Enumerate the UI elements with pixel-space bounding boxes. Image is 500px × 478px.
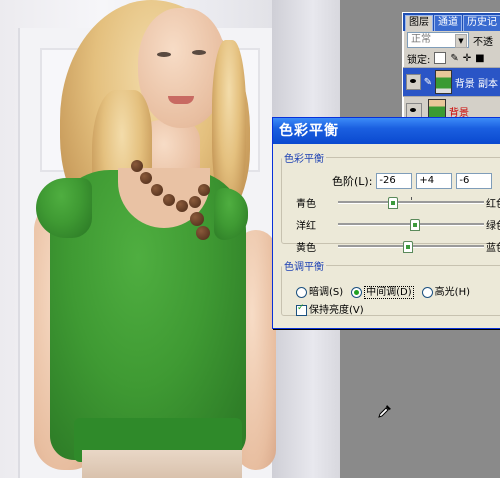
slider-right-label: 绿色 <box>486 220 500 232</box>
slider-track[interactable] <box>338 219 484 231</box>
blend-row: 正常 ▼ 不透 <box>403 31 500 49</box>
layer-row-background-copy[interactable]: ✎ 背景 副本 <box>403 67 500 96</box>
color-balance-group-label: 色彩平衡 <box>284 154 324 165</box>
tab-channels[interactable]: 通道 <box>434 15 462 31</box>
tab-layers[interactable]: 图层 <box>405 15 433 31</box>
color-balance-dialog: 色彩平衡 色彩平衡 色阶(L): -26 +4 -6 青色 红色 洋红 绿色 <box>272 117 500 329</box>
necklace-bead <box>131 160 143 172</box>
left-eye <box>157 52 171 57</box>
slider-thumb-cyan-red[interactable] <box>388 197 399 209</box>
tone-balance-group-label: 色调平衡 <box>284 262 324 273</box>
tone-balance-group: 色调平衡 暗调(S) 中间调(D) 高光(H) 保持亮度(V) <box>281 258 500 316</box>
slider-track[interactable] <box>338 197 484 209</box>
eye-icon[interactable] <box>406 74 421 90</box>
shirt-sleeve-left <box>36 178 92 238</box>
layers-panel-tabs: 图层 通道 历史记 <box>403 13 500 31</box>
brush-icon[interactable]: ✎ <box>450 53 458 64</box>
radio-shadows[interactable]: 暗调(S) <box>296 283 343 298</box>
necklace-bead <box>163 194 175 206</box>
necklace-bead <box>196 226 210 240</box>
layers-panel: 图层 通道 历史记 正常 ▼ 不透 锁定: ✎ ✛ ■ ✎ 背景 副本 背景 <box>402 12 500 130</box>
necklace-bead <box>190 212 204 226</box>
radio-highlights[interactable]: 高光(H) <box>421 283 470 298</box>
color-balance-group: 色彩平衡 色阶(L): -26 +4 -6 青色 红色 洋红 绿色 黄色 <box>281 150 500 254</box>
radio-label: 高光(H) <box>434 287 470 298</box>
tab-history[interactable]: 历史记 <box>463 15 500 31</box>
blend-mode-select[interactable]: 正常 ▼ <box>407 32 469 48</box>
skirt <box>82 450 242 478</box>
levels-label: 色阶(L): <box>332 175 373 188</box>
brush-icon: ✎ <box>423 76 433 88</box>
right-eye <box>192 50 206 55</box>
slider-left-label: 青色 <box>296 198 316 210</box>
tone-radio-row: 暗调(S) 中间调(D) 高光(H) <box>296 283 470 299</box>
slider-right-label: 红色 <box>486 198 500 210</box>
slider-right-label: 蓝色 <box>486 242 500 254</box>
levels-row: 色阶(L): -26 +4 -6 <box>332 173 493 189</box>
slider-row-magenta-green: 洋红 绿色 <box>296 217 500 232</box>
eyedropper-cursor-icon <box>378 405 391 418</box>
radio-label: 暗调(S) <box>309 287 344 298</box>
necklace-bead <box>176 200 188 212</box>
slider-left-label: 黄色 <box>296 242 316 254</box>
slider-thumb-yellow-blue[interactable] <box>402 241 413 253</box>
lock-transparency-icon[interactable] <box>434 52 447 64</box>
layer-thumbnail <box>435 70 452 94</box>
chevron-down-icon: ▼ <box>455 34 467 48</box>
mouth <box>168 96 194 104</box>
necklace-bead <box>151 184 163 196</box>
slider-track[interactable] <box>338 241 484 253</box>
level-yellow-blue-input[interactable]: -6 <box>456 173 493 189</box>
layer-name: 背景 副本 <box>454 78 498 90</box>
lock-row: 锁定: ✎ ✛ ■ <box>403 49 500 67</box>
radio-button[interactable] <box>421 286 433 298</box>
slider-left-label: 洋红 <box>296 220 316 232</box>
checkbox[interactable] <box>296 303 307 316</box>
blend-mode-value: 正常 <box>411 34 431 45</box>
preserve-luminosity-checkbox[interactable]: 保持亮度(V) <box>296 301 364 316</box>
slider-row-yellow-blue: 黄色 蓝色 <box>296 239 500 254</box>
necklace-bead <box>198 184 210 196</box>
checkbox-label: 保持亮度(V) <box>309 305 364 316</box>
level-magenta-green-input[interactable]: +4 <box>416 173 453 189</box>
dialog-title: 色彩平衡 <box>273 118 500 144</box>
opacity-label: 不透 <box>473 36 493 48</box>
necklace-bead <box>189 196 201 208</box>
radio-button[interactable] <box>351 286 363 298</box>
level-cyan-red-input[interactable]: -26 <box>376 173 413 189</box>
slider-thumb-magenta-green[interactable] <box>409 219 420 231</box>
radio-midtones[interactable]: 中间调(D) <box>351 283 414 299</box>
lock-label: 锁定: <box>407 54 431 66</box>
radio-button[interactable] <box>296 286 307 298</box>
lock-icon[interactable]: ■ <box>475 53 484 64</box>
necklace-bead <box>140 172 152 184</box>
slider-row-cyan-red: 青色 红色 <box>296 195 500 210</box>
slider-center-tick <box>411 197 412 200</box>
radio-label: 中间调(D) <box>364 286 414 299</box>
move-icon[interactable]: ✛ <box>463 53 471 64</box>
